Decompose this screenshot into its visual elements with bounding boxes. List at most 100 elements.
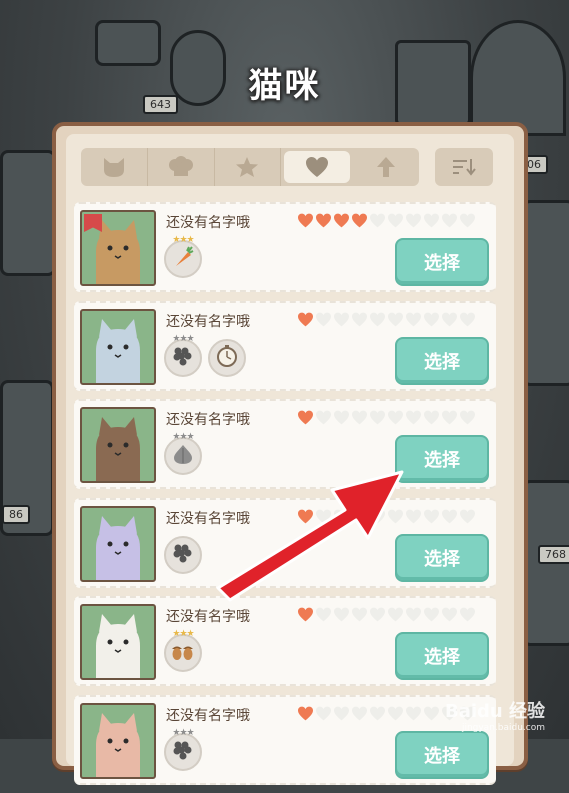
select-button[interactable]: 选择 [395,435,489,483]
cat-avatar[interactable] [80,210,156,286]
food-item[interactable]: ★★★ [164,432,202,475]
cat-avatar[interactable] [80,505,156,582]
heart-empty-icon [406,509,421,523]
food-item[interactable]: ★★★ [164,334,202,377]
select-button[interactable]: 选择 [395,238,489,286]
cat-name: 还没有名字哦 [166,215,250,231]
food-item[interactable]: ★★★ [164,235,202,278]
heart-empty-icon [442,509,457,523]
heart-empty-icon [334,509,349,523]
heart-empty-icon [424,509,439,523]
heart-empty-icon [370,213,385,228]
acorn-icon [170,640,196,666]
select-button[interactable]: 选择 [395,336,489,385]
sort-button[interactable] [435,148,493,186]
heart-empty-icon [424,312,439,326]
cat-row: 还没有名字哦 选择 [74,497,496,588]
item-stars: ★★★ [172,629,194,639]
affection-hearts [297,607,476,622]
heart-empty-icon [460,312,475,326]
cat-row: 还没有名字哦 ★★★ 选择 [74,300,496,391]
star-icon [236,157,259,177]
cat-name: 还没有名字哦 [166,510,250,527]
tab-chef[interactable] [148,148,215,186]
heart-empty-icon [352,509,367,523]
favorite-items: ★★★ [164,728,202,771]
cat-name: 还没有名字哦 [166,313,250,330]
pocket-watch-icon [215,344,239,372]
bg-shelf-right [522,200,569,386]
heart-filled-icon [298,213,313,228]
grapes-icon [172,344,194,372]
cat-name: 还没有名字哦 [166,609,250,625]
select-button[interactable]: 选择 [395,533,489,582]
heart-empty-icon [370,509,385,523]
heart-empty-icon [334,410,349,425]
food-item[interactable]: ★★★ [164,728,202,771]
heart-empty-icon [334,312,349,326]
heart-empty-icon [388,509,403,523]
grapes-icon [172,541,194,569]
heart-empty-icon [442,312,457,326]
heart-empty-icon [406,312,421,326]
heart-empty-icon [316,509,331,523]
grapes-icon [172,738,194,766]
bg-tag: 86 [2,505,30,524]
cat-row: 还没有名字哦 ★★★ 选择 [74,399,496,489]
item-stars: ★★★ [172,333,194,344]
cat-row: 还没有名字哦 ★★★ 选择 [74,694,496,785]
heart-empty-icon [370,312,385,326]
watermark: Baidu 经验 jingyan.baidu.com [445,697,545,733]
cat-portrait-icon [96,515,140,580]
tab-heart[interactable] [284,151,351,183]
cat-avatar[interactable] [80,604,156,680]
cat-row: 还没有名字哦 ★★★ 选择 [74,596,496,686]
heart-empty-icon [424,410,439,425]
heart-empty-icon [460,213,475,228]
tab-star[interactable] [215,148,282,186]
heart-empty-icon [370,410,385,425]
affection-hearts [297,410,476,425]
sort-icon [453,159,476,176]
favorite-items: ★★★ [164,432,202,475]
heart-empty-icon [460,607,475,622]
heart-empty-icon [406,607,421,622]
item-stars: ★★★ [172,432,194,442]
heart-empty-icon [316,607,331,622]
select-button[interactable]: 选择 [395,632,489,680]
cat-list: 还没有名字哦 ★★★ 选择 还没有名字哦 ★★★ 选择 还没有名字哦 ★★★ 选… [74,202,496,793]
heart-filled-icon [316,213,331,228]
cat-portrait-icon [96,712,140,777]
heart-filled-icon [298,607,313,622]
food-item[interactable] [208,338,246,377]
affection-hearts [297,312,476,327]
heart-empty-icon [352,312,367,326]
heart-empty-icon [334,607,349,622]
heart-empty-icon [352,607,367,622]
heart-empty-icon [352,410,367,425]
cat-portrait-icon [96,614,140,678]
heart-empty-icon [442,213,457,228]
tab-upgrade[interactable] [353,148,419,186]
food-item[interactable] [164,535,202,574]
heart-empty-icon [334,706,349,720]
heart-empty-icon [424,607,439,622]
page-title: 猫咪 [248,66,321,106]
favorite-items: ★★★ [164,235,202,278]
food-item[interactable]: ★★★ [164,629,202,672]
heart-filled-icon [352,213,367,228]
cat-avatar[interactable] [80,702,156,779]
tab-cats[interactable] [81,148,148,186]
heart-filled-icon [298,509,313,523]
select-button[interactable]: 选择 [395,730,489,779]
cat-name: 还没有名字哦 [166,707,250,724]
cat-avatar[interactable] [80,407,156,483]
heart-empty-icon [388,213,403,228]
cat-portrait-icon [96,417,140,481]
favorite-items [164,535,202,574]
heart-empty-icon [424,706,439,720]
cat-avatar[interactable] [80,308,156,385]
affection-hearts [297,213,476,228]
watermark-line1: Baidu 经验 [444,701,545,722]
heart-empty-icon [352,706,367,720]
